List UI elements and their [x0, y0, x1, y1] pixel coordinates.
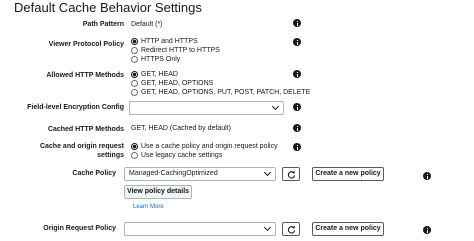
create-origin-policy-button[interactable]: Create a new policy — [312, 222, 384, 236]
chevron-down-icon — [271, 102, 280, 111]
page-title: Default Cache Behavior Settings — [14, 0, 202, 15]
radio-selected[interactable] — [131, 71, 138, 78]
origin-request-policy-select[interactable] — [124, 222, 276, 236]
allowed-methods-option-all[interactable]: GET, HEAD, OPTIONS, PUT, POST, PATCH, DE… — [131, 88, 310, 97]
info-icon[interactable] — [293, 70, 301, 78]
radio-selected[interactable] — [131, 143, 138, 150]
allowed-methods-option-get-head-options[interactable]: GET, HEAD, OPTIONS — [131, 79, 213, 88]
viewer-protocol-option-https-only[interactable]: HTTPS Only — [131, 55, 180, 64]
radio-selected[interactable] — [131, 38, 138, 45]
viewer-protocol-label: Viewer Protocol Policy — [48, 41, 124, 48]
radio[interactable] — [131, 80, 138, 87]
viewer-protocol-option-http-https[interactable]: HTTP and HTTPS — [131, 37, 198, 46]
info-icon[interactable] — [293, 143, 301, 151]
info-icon[interactable] — [293, 124, 301, 132]
viewer-protocol-option-redirect[interactable]: Redirect HTTP to HTTPS — [131, 46, 220, 55]
cache-origin-option-legacy[interactable]: Use legacy cache settings — [131, 151, 222, 160]
learn-more-link[interactable]: Learn More — [133, 204, 164, 210]
cache-policy-label: Cache Policy — [72, 170, 116, 177]
refresh-icon — [287, 170, 296, 179]
refresh-button[interactable] — [282, 222, 300, 236]
info-icon[interactable] — [293, 103, 301, 111]
refresh-button[interactable] — [282, 167, 300, 181]
chevron-down-icon — [263, 168, 272, 177]
info-icon[interactable] — [293, 38, 301, 46]
allowed-methods-label: Allowed HTTP Methods — [46, 72, 124, 79]
radio[interactable] — [131, 152, 138, 159]
path-pattern-value: Default (*) — [131, 21, 163, 28]
cached-methods-label: Cached HTTP Methods — [47, 126, 124, 133]
create-cache-policy-button[interactable]: Create a new policy — [312, 167, 384, 181]
allowed-methods-option-get-head[interactable]: GET, HEAD — [131, 70, 178, 79]
field-level-encryption-label: Field-level Encryption Config — [27, 104, 124, 111]
refresh-icon — [287, 225, 296, 234]
radio[interactable] — [131, 47, 138, 54]
cache-policy-select[interactable]: Managed-CachingOptimized — [124, 167, 276, 181]
view-policy-details-button[interactable]: View policy details — [124, 185, 192, 199]
path-pattern-label: Path Pattern — [82, 21, 124, 28]
radio[interactable] — [131, 56, 138, 63]
field-level-encryption-select[interactable] — [129, 101, 284, 115]
info-icon[interactable] — [423, 226, 431, 234]
info-icon[interactable] — [293, 19, 301, 27]
cache-origin-settings-label: Cache and origin request settings — [39, 143, 124, 159]
info-icon[interactable] — [423, 172, 431, 180]
cached-methods-value: GET, HEAD (Cached by default) — [131, 125, 231, 132]
radio[interactable] — [131, 89, 138, 96]
chevron-down-icon — [263, 223, 272, 232]
origin-request-policy-label: Origin Request Policy — [43, 225, 116, 232]
cache-origin-option-policy[interactable]: Use a cache policy and origin request po… — [131, 142, 278, 151]
